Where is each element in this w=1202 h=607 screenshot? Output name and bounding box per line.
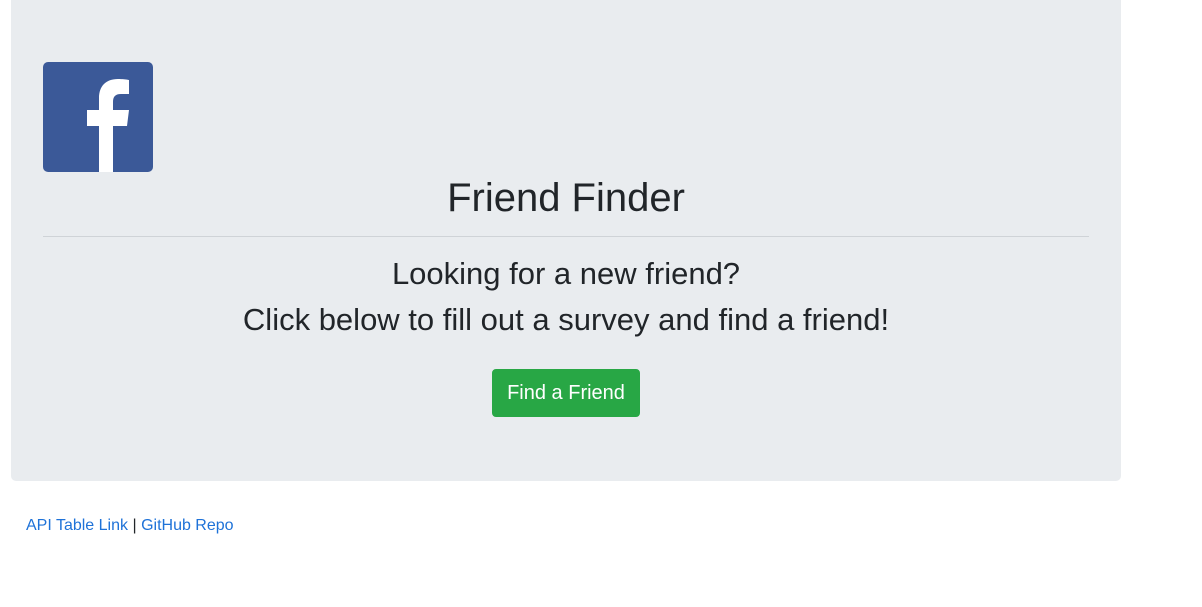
github-repo-link[interactable]: GitHub Repo (141, 517, 234, 534)
jumbotron: Friend Finder Looking for a new friend? … (11, 0, 1121, 481)
subtitle-question: Looking for a new friend? (391, 256, 741, 291)
footer-links: API Table Link | GitHub Repo (26, 515, 234, 537)
api-table-link[interactable]: API Table Link (26, 517, 128, 534)
divider (43, 236, 1089, 237)
facebook-icon (43, 62, 153, 172)
subtitle-instruction: Click below to fill out a survey and fin… (242, 302, 890, 337)
link-separator: | (132, 517, 137, 534)
find-a-friend-button[interactable]: Find a Friend (492, 369, 640, 417)
page-title: Friend Finder (447, 176, 685, 220)
